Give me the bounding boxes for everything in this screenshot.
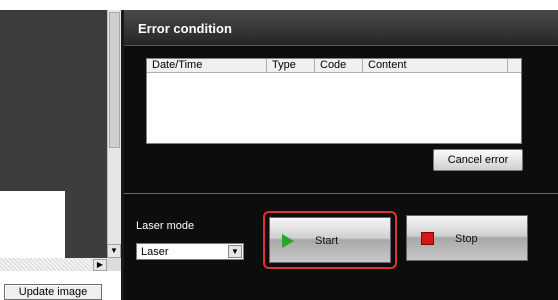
vertical-scrollbar[interactable]: [107, 10, 121, 258]
stop-button[interactable]: Stop: [406, 215, 528, 261]
stop-icon: [421, 232, 434, 245]
section-divider: [124, 193, 558, 194]
column-header-content[interactable]: Content: [363, 59, 508, 73]
panel-title: Error condition: [138, 21, 232, 36]
cancel-error-button[interactable]: Cancel error: [433, 149, 523, 171]
column-header-filler: [508, 59, 521, 73]
scroll-right-arrow-icon[interactable]: ▶: [93, 259, 107, 271]
scroll-down-arrow-icon[interactable]: ▼: [107, 244, 121, 258]
error-table[interactable]: Date/Time Type Code Content: [146, 58, 522, 144]
image-preview-blank: [0, 191, 65, 258]
update-image-button[interactable]: Update image: [4, 284, 102, 300]
app-window: ▼ ▶ Update image Error condition Date/Ti…: [0, 0, 558, 300]
start-button-highlight: Start: [263, 211, 397, 269]
image-preview-strip: [65, 10, 107, 258]
vertical-scrollbar-thumb[interactable]: [109, 12, 120, 148]
scrollbar-corner: [107, 258, 121, 271]
start-button-label: Start: [315, 235, 339, 247]
play-icon: [282, 234, 294, 248]
laser-mode-value: Laser: [141, 246, 169, 258]
chevron-down-icon[interactable]: ▼: [228, 245, 242, 258]
start-button[interactable]: Start: [269, 217, 391, 263]
laser-mode-select[interactable]: Laser ▼: [136, 243, 244, 260]
panel-header: Error condition: [124, 10, 558, 46]
laser-mode-label: Laser mode: [136, 220, 195, 232]
column-header-type[interactable]: Type: [267, 59, 315, 73]
error-control-panel: Error condition Date/Time Type Code Cont…: [124, 10, 558, 300]
stop-button-label: Stop: [455, 233, 478, 245]
horizontal-scrollbar-track[interactable]: [0, 258, 107, 271]
column-header-date-time[interactable]: Date/Time: [147, 59, 267, 73]
error-table-header: Date/Time Type Code Content: [147, 59, 521, 73]
column-header-code[interactable]: Code: [315, 59, 363, 73]
